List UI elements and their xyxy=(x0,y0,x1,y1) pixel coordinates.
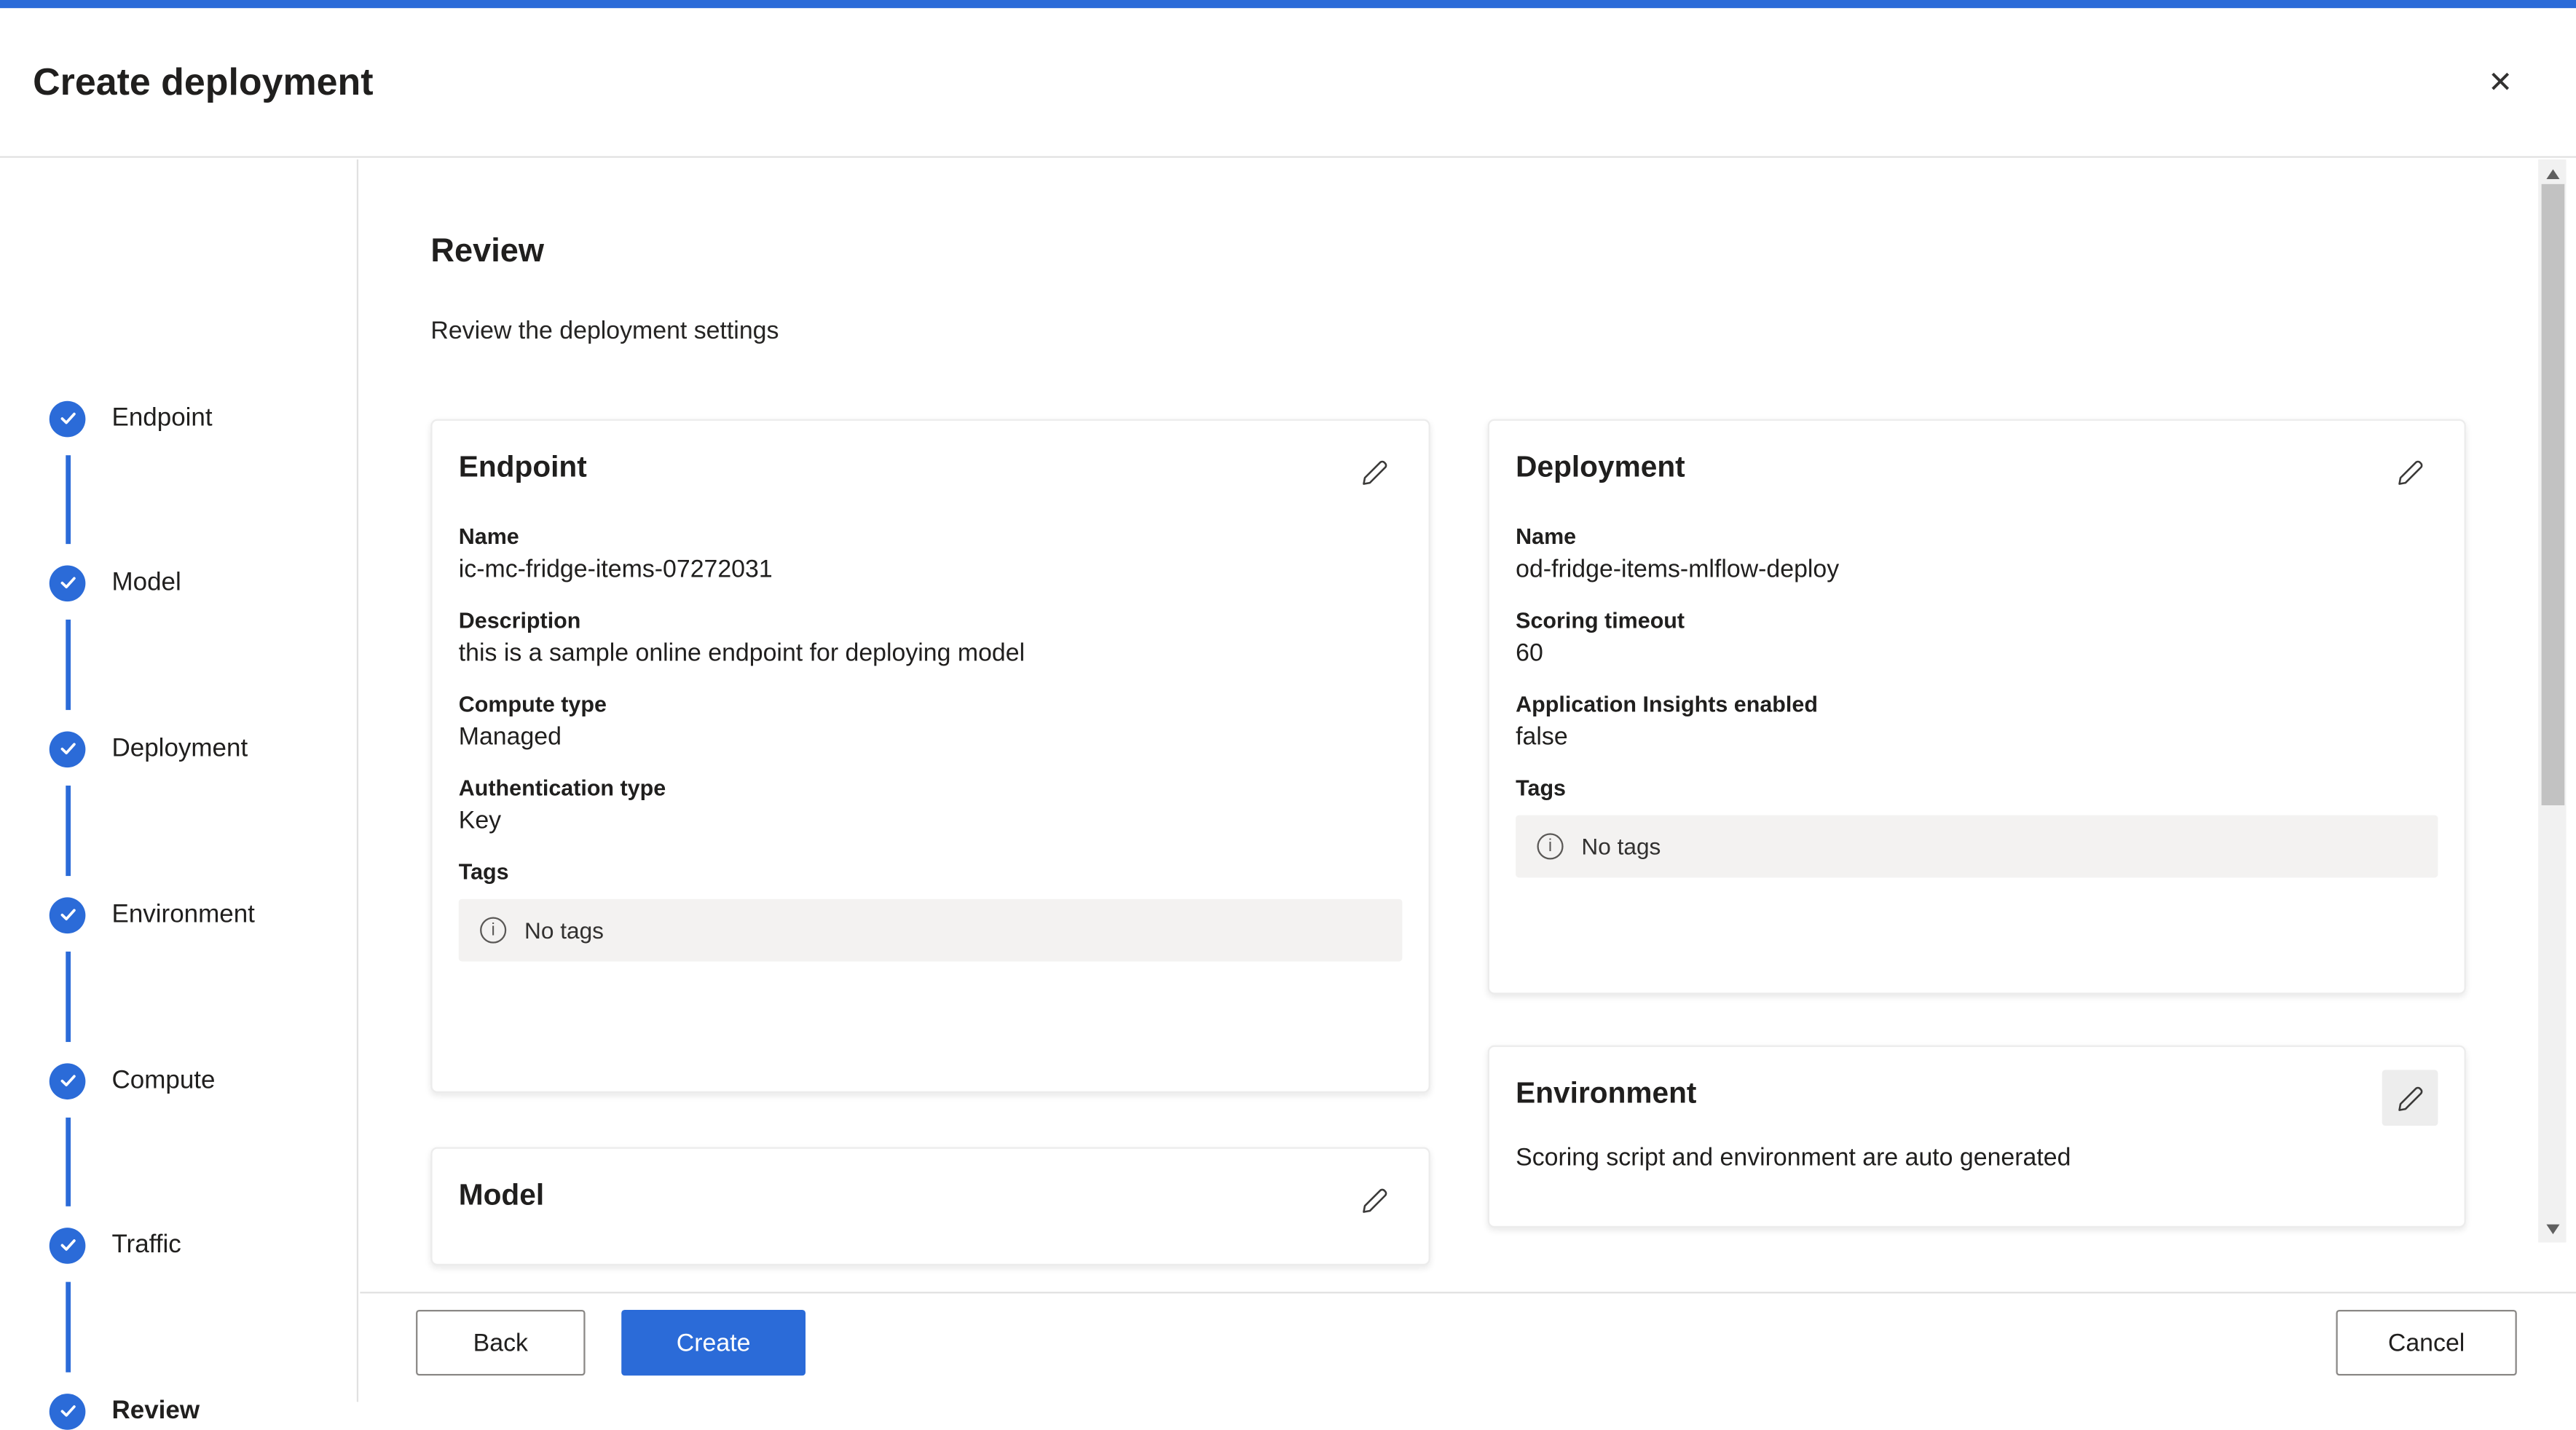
field-label: Name xyxy=(1516,524,1577,549)
edit-endpoint-pencil-icon[interactable] xyxy=(1347,443,1403,499)
dialog-header: Create deployment ✕ xyxy=(0,8,2576,158)
page-title: Review xyxy=(430,233,544,270)
field-value: od-fridge-items-mlflow-deploy xyxy=(1516,555,1840,584)
info-icon: i xyxy=(480,917,507,944)
step-label: Model xyxy=(111,567,181,596)
create-deployment-dialog: Create deployment ✕ Endpoint Model Deplo… xyxy=(0,0,2576,1429)
field-label: Description xyxy=(458,608,581,633)
environment-summary-card: Environment Scoring script and environme… xyxy=(1487,1045,2466,1228)
step-connector xyxy=(65,619,70,711)
field-value: Managed xyxy=(458,723,562,751)
create-button[interactable]: Create xyxy=(621,1309,806,1376)
field-label: Application Insights enabled xyxy=(1516,692,1818,717)
field-label: Scoring timeout xyxy=(1516,608,1685,633)
card-title: Endpoint xyxy=(458,450,587,483)
step-connector xyxy=(65,1281,70,1372)
field-label: Name xyxy=(458,524,519,549)
endpoint-summary-card: Endpoint Name ic-mc-fridge-items-0727203… xyxy=(430,419,1430,1094)
check-circle-icon xyxy=(49,564,86,601)
check-circle-icon xyxy=(49,1392,86,1429)
step-connector xyxy=(65,1117,70,1206)
check-circle-icon xyxy=(49,896,86,933)
step-label: Endpoint xyxy=(111,403,213,432)
check-circle-icon xyxy=(49,730,86,767)
check-circle-icon xyxy=(49,400,86,437)
field-value: ic-mc-fridge-items-07272031 xyxy=(458,555,773,584)
scroll-down-icon[interactable] xyxy=(2538,1214,2566,1242)
wizard-stepper: Endpoint Model Deployment Environment Co… xyxy=(0,159,359,1429)
field-value: Key xyxy=(458,807,502,835)
tags-empty-banner: i No tags xyxy=(1516,815,2438,878)
step-connector xyxy=(65,785,70,877)
step-connector xyxy=(65,951,70,1043)
step-label: Deployment xyxy=(111,733,248,762)
field-label: Compute type xyxy=(458,692,607,717)
edit-environment-pencil-icon[interactable] xyxy=(2382,1070,2438,1126)
close-icon[interactable]: ✕ xyxy=(2474,56,2526,108)
card-title: Deployment xyxy=(1516,450,1685,483)
top-accent-bar xyxy=(0,0,2576,9)
page-subtitle: Review the deployment settings xyxy=(430,317,779,346)
model-summary-card: Model xyxy=(430,1147,1430,1266)
tags-empty-text: No tags xyxy=(524,917,604,944)
dialog-title: Create deployment xyxy=(33,60,374,103)
step-connector xyxy=(65,455,70,545)
back-button[interactable]: Back xyxy=(416,1309,586,1376)
check-circle-icon xyxy=(49,1226,86,1263)
step-label: Traffic xyxy=(111,1230,181,1258)
step-label: Compute xyxy=(111,1065,216,1094)
check-circle-icon xyxy=(49,1062,86,1099)
card-title: Environment xyxy=(1516,1076,1697,1110)
step-label: Review xyxy=(111,1396,200,1424)
step-label: Environment xyxy=(111,899,255,928)
field-value: this is a sample online endpoint for dep… xyxy=(458,639,1025,668)
field-label: Tags xyxy=(1516,775,1567,801)
vertical-scrollbar[interactable] xyxy=(2538,159,2567,1243)
field-label: Authentication type xyxy=(458,775,666,801)
environment-description: Scoring script and environment are auto … xyxy=(1516,1144,2071,1172)
edit-model-pencil-icon[interactable] xyxy=(1347,1172,1403,1228)
scrollbar-thumb[interactable] xyxy=(2540,183,2564,806)
scroll-up-icon[interactable] xyxy=(2538,159,2566,187)
card-title: Model xyxy=(458,1178,545,1212)
dialog-footer: Back Create Cancel xyxy=(360,1292,2576,1403)
info-icon: i xyxy=(1537,833,1564,860)
field-label: Tags xyxy=(458,859,509,885)
tags-empty-text: No tags xyxy=(1581,833,1661,860)
tags-empty-banner: i No tags xyxy=(458,898,1403,962)
field-value: 60 xyxy=(1516,639,1543,668)
cancel-button[interactable]: Cancel xyxy=(2336,1309,2517,1376)
field-value: false xyxy=(1516,723,1568,751)
edit-deployment-pencil-icon[interactable] xyxy=(2382,443,2438,499)
deployment-summary-card: Deployment Name od-fridge-items-mlflow-d… xyxy=(1487,419,2466,995)
